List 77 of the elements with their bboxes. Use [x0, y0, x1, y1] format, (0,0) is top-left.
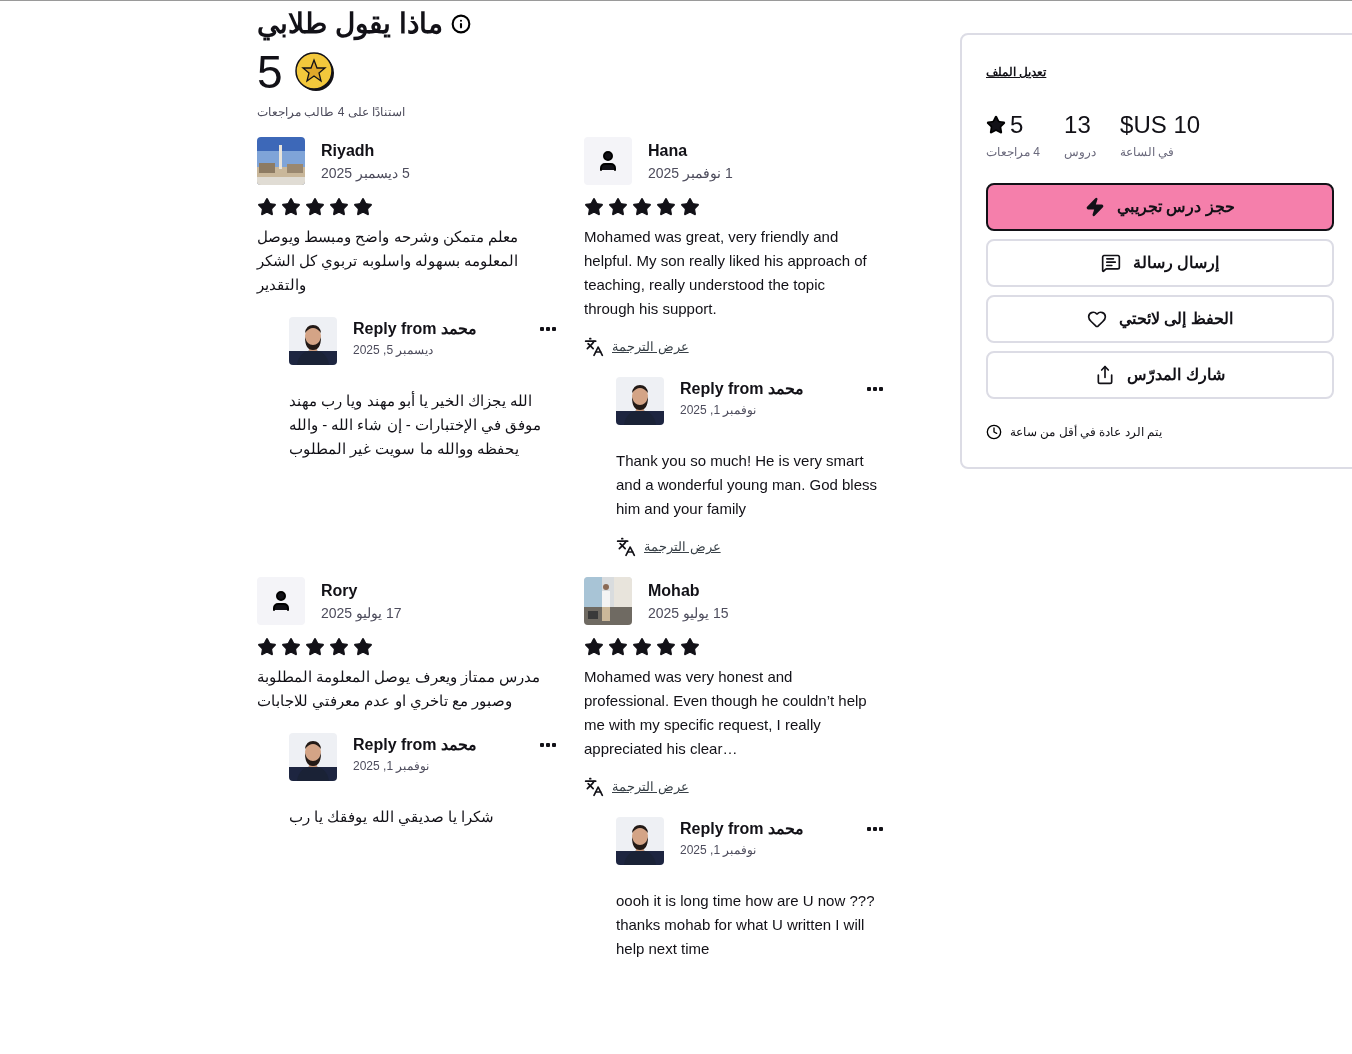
- star-icon: [608, 197, 628, 217]
- star-icon: [257, 197, 277, 217]
- review-date: 17 يوليو 2025: [321, 604, 402, 624]
- action-button[interactable]: الحفظ إلى لائحتي: [986, 295, 1334, 343]
- star-icon: [656, 637, 676, 657]
- review-text: Mohamed was very honest and professional. Even though he couldn’t help me with my specific request, I really appreciated his clear…: [584, 667, 868, 759]
- more-icon: [540, 743, 556, 747]
- reply-date: نوفمبر 1, 2025: [353, 758, 430, 775]
- heart-icon: [1087, 309, 1108, 329]
- reply-author: Reply from محمد: [680, 819, 804, 839]
- stat-value: $US 10: [1120, 111, 1201, 139]
- star-icon: [353, 637, 373, 657]
- reviewer-name: Rory: [321, 581, 359, 601]
- reply-author: Reply from محمد: [353, 319, 477, 339]
- show-translation-link[interactable]: عرض الترجمة: [612, 777, 689, 797]
- translate-icon: [584, 337, 604, 357]
- reply-author: Reply from محمد: [680, 379, 804, 399]
- edit-profile-link[interactable]: تعديل الملف: [986, 65, 1047, 79]
- stat-label: دروس: [1064, 144, 1097, 161]
- star-icon: [632, 637, 652, 657]
- reply-date: نوفمبر 1, 2025: [680, 402, 757, 419]
- stat-label: في الساعة: [1120, 144, 1175, 161]
- show-translation-link[interactable]: عرض الترجمة: [644, 537, 721, 557]
- star-icon: [353, 197, 373, 217]
- reply-text: Thank you so much! He is very smart and a wonderful young man. God bless him and your family: [616, 451, 878, 519]
- reviewer-name: Riyadh: [321, 141, 376, 161]
- star-icon: [680, 637, 700, 657]
- action-button[interactable]: حجز درس تجريبي: [986, 183, 1334, 231]
- star-icon: [281, 197, 301, 217]
- share-icon: [1095, 365, 1116, 385]
- review-count-text: استنادًا على 4 طالب مراجعات: [257, 104, 406, 121]
- reviewer-name: Mohab: [648, 581, 701, 601]
- review-date: 1 نوفمبر 2025: [648, 164, 733, 184]
- review-text: معلم متمكن وشرحه واضح ومبسط ويوصل المعلومه بسهوله واسلوبه تربوي كل الشكر والتقدير: [257, 227, 519, 296]
- message-icon: [1100, 253, 1121, 273]
- star-icon: [584, 197, 604, 217]
- response-time-note: يتم الرد عادة في أقل من ساعة: [1010, 424, 1162, 441]
- review-date: 5 ديسمبر 2025: [321, 164, 410, 184]
- translate-icon: [616, 537, 636, 557]
- star-icon: [257, 637, 277, 657]
- star-icon: [305, 637, 325, 657]
- star-icon: [329, 637, 349, 657]
- star-coin-icon: [294, 52, 335, 92]
- section-title: ماذا يقول طلابي: [257, 7, 443, 43]
- star-icon: [632, 197, 652, 217]
- lightning-icon: [1085, 197, 1106, 217]
- reply-text: الله يجزاك الخير يا أبو مهند ويا رب مهند موفق في الإختبارات - إن شاء الله - والله يحفظه ووالله ما سويت غير المطلوب: [289, 390, 543, 460]
- reply-date: ديسمبر 5, 2025: [353, 342, 434, 359]
- rating-value: 5: [257, 49, 283, 95]
- action-button[interactable]: إرسال رسالة: [986, 239, 1334, 287]
- star-icon: [656, 197, 676, 217]
- action-button[interactable]: شارك المدرّس: [986, 351, 1334, 399]
- stat-value: 5: [1010, 111, 1024, 139]
- reply-author: Reply from محمد: [353, 735, 477, 755]
- more-icon: [540, 327, 556, 331]
- star-icon: [584, 637, 604, 657]
- stat-value: 13: [1064, 111, 1091, 139]
- more-icon: [867, 387, 883, 391]
- reply-text: شكرا يا صديقي الله يوفقك يا رب: [289, 807, 495, 828]
- star-icon: [986, 115, 1006, 135]
- more-icon: [867, 827, 883, 831]
- show-translation-link[interactable]: عرض الترجمة: [612, 337, 689, 357]
- reviewer-name: Hana: [648, 141, 689, 161]
- translate-icon: [584, 777, 604, 797]
- star-icon: [608, 637, 628, 657]
- reply-text: oooh it is long time how are U now ??? thanks mohab for what U written I will help next time: [616, 891, 876, 959]
- star-icon: [281, 637, 301, 657]
- info-icon: [450, 14, 471, 34]
- review-text: Mohamed was great, very friendly and helpful. My son really liked his approach of teaching, really understood the topic through his support.: [584, 227, 868, 319]
- review-text: مدرس ممتاز ويعرف يوصل المعلومة المطلوبة وصبور مع تاخري او عدم معرفتي للاجابات: [257, 667, 541, 712]
- star-icon: [680, 197, 700, 217]
- star-icon: [329, 197, 349, 217]
- star-icon: [305, 197, 325, 217]
- review-date: 15 يوليو 2025: [648, 604, 729, 624]
- clock-icon: [986, 424, 1002, 440]
- stat-label: 4 مراجعات: [986, 144, 1041, 161]
- reply-date: نوفمبر 1, 2025: [680, 842, 757, 859]
